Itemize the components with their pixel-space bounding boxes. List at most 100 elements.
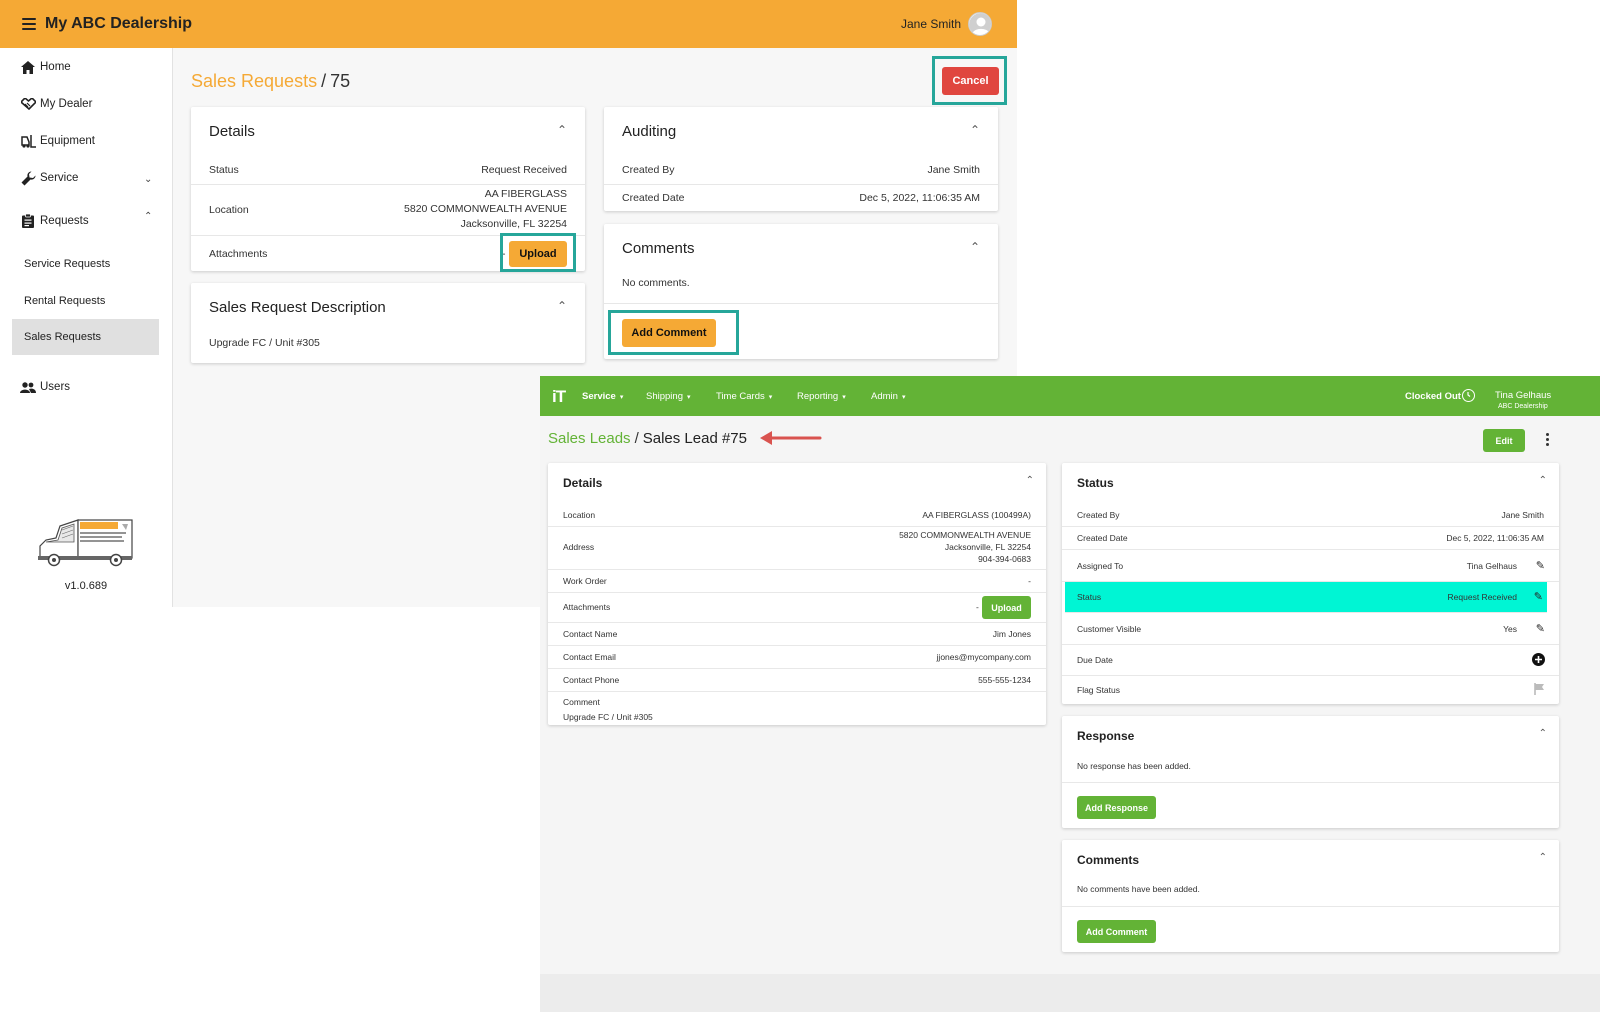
card-title: Status bbox=[1077, 476, 1114, 490]
it-response-card: Response ⌃ No response has been added. A… bbox=[1062, 716, 1559, 828]
more-options-icon[interactable] bbox=[1544, 433, 1550, 446]
it-details-card: Details ⌃ Location AA FIBERGLASS (100499… bbox=[548, 463, 1046, 725]
card-title: Sales Request Description bbox=[209, 299, 386, 316]
menu-shipping[interactable]: Shipping ▾ bbox=[646, 391, 691, 402]
row-value: AA FIBERGLASS 5820 COMMONWEALTH AVENUE J… bbox=[404, 187, 567, 232]
sales-request-description-card: Sales Request Description ⌃ Upgrade FC /… bbox=[191, 283, 585, 363]
sidebar-item-label: Requests bbox=[40, 215, 89, 227]
sidebar-item-label: Service bbox=[40, 172, 79, 184]
divider bbox=[604, 303, 998, 304]
forklift-icon bbox=[20, 134, 36, 148]
collapse-chevron-icon[interactable]: ⌃ bbox=[1026, 475, 1034, 486]
collapse-chevron-icon[interactable]: ⌃ bbox=[1539, 728, 1547, 739]
row-value: jjones@mycompany.com bbox=[936, 652, 1031, 662]
sidebar-item-requests[interactable]: Requests bbox=[20, 214, 89, 228]
collapse-chevron-icon[interactable]: ⌃ bbox=[1539, 475, 1547, 486]
flag-icon[interactable] bbox=[1534, 683, 1545, 698]
attachments-empty-value: - bbox=[976, 602, 979, 612]
auditing-card: Auditing ⌃ Created By Jane Smith Created… bbox=[604, 107, 998, 211]
details-row-contact-name: Contact Name Jim Jones bbox=[548, 623, 1046, 646]
sidebar-item-rental-requests[interactable]: Rental Requests bbox=[12, 283, 159, 319]
portal-user-name[interactable]: Jane Smith bbox=[901, 17, 961, 31]
collapse-chevron-icon[interactable]: ⌃ bbox=[1539, 852, 1547, 863]
row-label: Location bbox=[563, 510, 596, 520]
upload-button[interactable]: Upload bbox=[509, 241, 567, 267]
upload-button[interactable]: Upload bbox=[982, 596, 1031, 619]
sidebar-item-sales-requests[interactable]: Sales Requests bbox=[12, 319, 159, 355]
details-row-work-order: Work Order - bbox=[548, 570, 1046, 593]
add-comment-button[interactable]: Add Comment bbox=[1077, 920, 1156, 943]
edit-pencil-icon[interactable]: ✎ bbox=[1536, 622, 1545, 635]
menu-label: Time Cards bbox=[716, 391, 765, 402]
response-empty-text: No response has been added. bbox=[1077, 761, 1191, 771]
divider bbox=[1062, 906, 1559, 907]
add-comment-button[interactable]: Add Comment bbox=[622, 319, 716, 347]
menu-time-cards[interactable]: Time Cards ▾ bbox=[716, 391, 772, 402]
it-user-name[interactable]: Tina Gelhaus bbox=[1495, 390, 1551, 401]
row-label: Flag Status bbox=[1077, 685, 1120, 695]
edit-pencil-icon[interactable]: ✎ bbox=[1536, 559, 1545, 572]
sidebar-item-label: Users bbox=[40, 381, 71, 393]
comments-empty-text: No comments have been added. bbox=[1077, 884, 1200, 894]
menu-reporting[interactable]: Reporting ▾ bbox=[797, 391, 846, 402]
breadcrumb-parent-link[interactable]: Sales Requests bbox=[191, 71, 317, 91]
portal-app-title: My ABC Dealership bbox=[45, 15, 192, 32]
row-label: Created By bbox=[622, 164, 675, 176]
sidebar-item-home[interactable]: Home bbox=[20, 60, 71, 74]
clock-status[interactable]: Clocked Out bbox=[1405, 391, 1461, 402]
dealership-truck-logo bbox=[38, 518, 134, 568]
breadcrumb-separator: / bbox=[634, 430, 639, 447]
auditing-row-created-date: Created Date Dec 5, 2022, 11:06:35 AM bbox=[604, 185, 998, 211]
row-value: AA FIBERGLASS (100499A) bbox=[922, 510, 1031, 520]
row-label: Contact Phone bbox=[563, 675, 620, 685]
sidebar-item-my-dealer[interactable]: My Dealer bbox=[20, 97, 92, 111]
menu-service[interactable]: Service ▾ bbox=[582, 391, 623, 402]
collapse-chevron-icon[interactable]: ⌃ bbox=[557, 299, 567, 313]
hamburger-menu-icon[interactable] bbox=[22, 18, 36, 30]
sidebar-item-service-requests[interactable]: Service Requests bbox=[12, 246, 159, 282]
collapse-chevron-icon[interactable]: ⌃ bbox=[970, 240, 980, 254]
row-value: Yes bbox=[1503, 624, 1517, 634]
cancel-button[interactable]: Cancel bbox=[942, 67, 999, 95]
chevron-up-icon[interactable]: ⌃ bbox=[144, 211, 152, 222]
clock-icon[interactable] bbox=[1462, 389, 1475, 402]
edit-button[interactable]: Edit bbox=[1483, 429, 1525, 452]
it-comments-card: Comments ⌃ No comments have been added. … bbox=[1062, 840, 1559, 952]
auditing-row-created-by: Created By Jane Smith bbox=[604, 158, 998, 185]
status-row-flag-status: Flag Status bbox=[1062, 676, 1559, 704]
caret-down-icon: ▾ bbox=[686, 394, 691, 401]
caret-down-icon: ▾ bbox=[619, 394, 624, 401]
address-line: Jacksonville, FL 32254 bbox=[944, 542, 1031, 552]
row-label: Assigned To bbox=[1077, 561, 1124, 571]
details-row-attachments: Attachments - bbox=[548, 593, 1046, 623]
edit-pencil-icon[interactable]: ✎ bbox=[1534, 590, 1543, 603]
row-value: Dec 5, 2022, 11:06:35 AM bbox=[859, 192, 980, 204]
sidebar-item-users[interactable]: Users bbox=[20, 380, 70, 394]
add-response-button[interactable]: Add Response bbox=[1077, 796, 1156, 819]
sidebar-item-label: Equipment bbox=[40, 135, 95, 147]
add-circle-icon[interactable] bbox=[1532, 653, 1545, 669]
row-value: 555-555-1234 bbox=[978, 675, 1031, 685]
it-status-card: Status ⌃ Created By Jane Smith Created D… bbox=[1062, 463, 1559, 704]
description-text: Upgrade FC / Unit #305 bbox=[209, 337, 320, 349]
row-label: Location bbox=[209, 204, 249, 216]
menu-admin[interactable]: Admin ▾ bbox=[871, 391, 905, 402]
sidebar-item-equipment[interactable]: Equipment bbox=[20, 134, 95, 148]
row-value: 5820 COMMONWEALTH AVENUE Jacksonville, F… bbox=[899, 529, 1031, 565]
breadcrumb-parent-link[interactable]: Sales Leads bbox=[548, 430, 631, 447]
collapse-chevron-icon[interactable]: ⌃ bbox=[970, 123, 980, 137]
chevron-down-icon[interactable]: ⌄ bbox=[144, 174, 152, 185]
user-avatar-icon[interactable] bbox=[968, 12, 992, 36]
details-row-contact-phone: Contact Phone 555-555-1234 bbox=[548, 669, 1046, 692]
portal-sidebar: Home My Dealer Equipment Service ⌄ Reque… bbox=[0, 48, 173, 607]
caret-down-icon: ▾ bbox=[901, 394, 906, 401]
collapse-chevron-icon[interactable]: ⌃ bbox=[557, 123, 567, 137]
it-logo[interactable]: iT bbox=[552, 387, 566, 407]
row-label: Customer Visible bbox=[1077, 624, 1142, 634]
row-value: Tina Gelhaus bbox=[1466, 561, 1517, 571]
sidebar-item-service[interactable]: Service bbox=[20, 170, 79, 185]
row-value: Jane Smith bbox=[927, 164, 980, 176]
comments-empty-text: No comments. bbox=[622, 277, 690, 289]
details-row-location: Location AA FIBERGLASS 5820 COMMONWEALTH… bbox=[191, 185, 585, 236]
annotation-arrow-icon bbox=[760, 431, 822, 445]
